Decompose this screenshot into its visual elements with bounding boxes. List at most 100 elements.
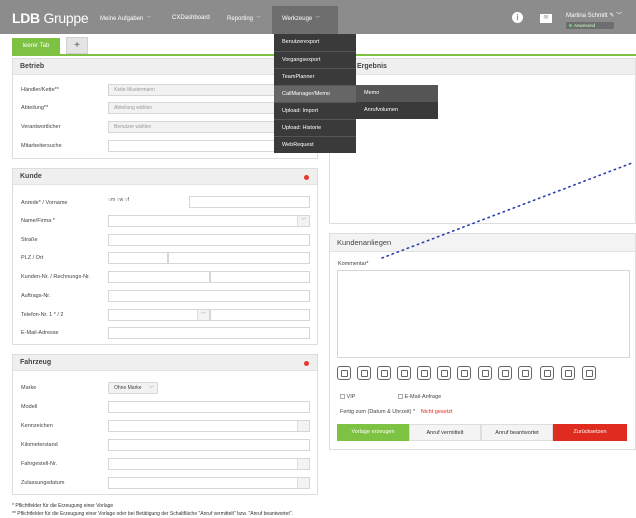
- footnote-required: * Pflichtfelder für die Erzeugung einer …: [12, 503, 114, 509]
- menu-item-vorgangsexport[interactable]: Vorgangsexport: [274, 51, 356, 68]
- name-firma-label: Name/Firma *: [21, 218, 55, 224]
- menu-item-upload-historie[interactable]: Upload: Historie: [274, 119, 356, 136]
- plz-input[interactable]: [108, 252, 168, 264]
- chevron-down-icon: ﹀: [616, 13, 623, 19]
- strasse-input[interactable]: [108, 234, 310, 246]
- nav-werkzeuge[interactable]: Werkzeuge ﹀: [282, 15, 320, 22]
- kennzeichen-label: Kennzeichen: [21, 423, 53, 429]
- abteilung-label: Abteilung**: [21, 105, 49, 111]
- callmanager-submenu: Memo Anrufvolumen: [356, 85, 438, 119]
- zulassungsdatum-label: Zulassungsdatum: [21, 480, 65, 486]
- vorlage-erzeugen-button[interactable]: Vorlage erzeugen: [337, 424, 409, 441]
- brand-logo[interactable]: LDB Gruppe: [12, 10, 89, 26]
- vip-checkbox-row[interactable]: VIP: [340, 393, 355, 400]
- verantwortlicher-label: Verantwortlicher: [21, 124, 61, 130]
- fertig-zum-label: Fertig zum (Datum & Uhrzeit) * Nicht ges…: [340, 409, 453, 415]
- anruf-beantwortet-button[interactable]: Anruf beantwortet: [481, 424, 553, 441]
- nav-meine-aufgaben[interactable]: Meine Aufgaben ﹀: [100, 15, 151, 22]
- kommentar-label: Kommentar*: [338, 261, 369, 267]
- marke-select[interactable]: Ohne Marke ﹀: [108, 382, 158, 394]
- email-anfrage-checkbox-row[interactable]: E-Mail-Anfrage: [398, 393, 441, 400]
- betrieb-title: Betrieb: [13, 59, 317, 75]
- steering-icon[interactable]: [437, 366, 451, 380]
- kunden-nr-label: Kunden-Nr. / Rechnungs-Nr.: [21, 274, 91, 280]
- chevron-down-icon: ﹀: [256, 16, 262, 22]
- zuruecksetzen-button[interactable]: Zurücksetzen: [553, 424, 627, 441]
- menu-item-teamplanner[interactable]: TeamPlanner: [274, 68, 356, 85]
- copy-icon[interactable]: [540, 366, 554, 380]
- submenu-item-memo[interactable]: Memo: [356, 85, 438, 102]
- ort-input[interactable]: [168, 252, 310, 264]
- anrede-radio-group[interactable]: ○m ○w ○f: [108, 197, 129, 203]
- info-circle-icon[interactable]: [498, 366, 512, 380]
- add-tab-button[interactable]: +: [66, 37, 88, 54]
- kunde-title: Kunde: [13, 169, 317, 185]
- required-indicator-icon: [304, 175, 309, 180]
- kundenanliegen-panel: Kundenanliegen Kommentar* VIP E-Mail-Anf…: [329, 233, 636, 450]
- kunde-panel: Kunde Anrede* / Vorname ○m ○w ○f Name/Fi…: [12, 168, 318, 345]
- modell-input[interactable]: [108, 401, 310, 413]
- kennzeichen-input[interactable]: [108, 420, 310, 432]
- user-status-badge[interactable]: Anwesend: [566, 22, 614, 29]
- betrieb-panel: Betrieb Händler/Kette** Kette Mustermann…: [12, 58, 318, 159]
- chevron-down-icon: ﹀: [197, 310, 209, 320]
- name-firma-select[interactable]: ﹀: [108, 215, 310, 227]
- anrede-label: Anrede* / Vorname: [21, 200, 68, 206]
- target-icon[interactable]: [561, 366, 575, 380]
- strasse-label: Straße: [21, 237, 38, 243]
- nav-reporting[interactable]: Reporting ﹀: [227, 15, 261, 22]
- calendar-icon[interactable]: [357, 366, 371, 380]
- footnote-required-double: ** Pflichtfelder für die Erzeugung einer…: [12, 511, 293, 517]
- dotted-guide-line: [381, 162, 633, 259]
- menu-item-callmanager[interactable]: CallManager/Memo: [274, 85, 356, 102]
- fahrgestell-input[interactable]: [108, 458, 310, 470]
- id-card-icon[interactable]: [518, 366, 532, 380]
- zulassungsdatum-input[interactable]: [108, 477, 310, 489]
- required-indicator-icon: [304, 361, 309, 366]
- telefon-label: Telefon-Nr. 1 * / 2: [21, 312, 64, 318]
- werkzeuge-dropdown-menu: Benutzerexport Vorgangsexport TeamPlanne…: [274, 34, 356, 153]
- menu-item-upload-import[interactable]: Upload: Import: [274, 102, 356, 119]
- mitarbeitersuche-label: Mitarbeitersuche: [21, 143, 62, 149]
- fertig-zum-value[interactable]: Nicht gesetzt: [421, 409, 453, 415]
- auftrags-nr-input[interactable]: [108, 290, 310, 302]
- auftrags-nr-label: Auftrags-Nr.: [21, 293, 51, 299]
- at-icon[interactable]: [417, 366, 431, 380]
- email-input[interactable]: [108, 327, 310, 339]
- submenu-item-anrufvolumen[interactable]: Anrufvolumen: [356, 102, 438, 119]
- kilometerstand-label: Kilometerstand: [21, 442, 58, 448]
- chat-icon[interactable]: [377, 366, 391, 380]
- kunden-nr-input[interactable]: [108, 271, 210, 283]
- email-label: E-Mail-Adresse: [21, 330, 59, 336]
- pencil-icon[interactable]: [397, 366, 411, 380]
- fahrgestell-label: Fahrgestell-Nr.: [21, 461, 58, 467]
- vorname-input[interactable]: [189, 196, 310, 208]
- marke-label: Marke: [21, 385, 37, 391]
- telefon1-input[interactable]: ﹀: [108, 309, 210, 321]
- car-icon[interactable]: [457, 366, 471, 380]
- menu-item-benutzerexport[interactable]: Benutzerexport: [274, 34, 356, 51]
- user-menu[interactable]: Martina Schmitt ✎ ﹀: [566, 10, 622, 19]
- info-icon[interactable]: i: [512, 12, 523, 23]
- kilometerstand-input[interactable]: [108, 439, 310, 451]
- haendler-label: Händler/Kette**: [21, 87, 59, 93]
- fahrzeug-title: Fahrzeug: [13, 355, 317, 371]
- pin-icon: ✎: [609, 13, 615, 19]
- nav-cxdashboard[interactable]: CXDashboard: [172, 15, 210, 21]
- chevron-down-icon: ﹀: [148, 386, 154, 392]
- plz-ort-label: PLZ / Ort: [21, 255, 44, 261]
- kommentar-textarea[interactable]: [337, 270, 630, 358]
- warning-icon[interactable]: [582, 366, 596, 380]
- chevron-down-icon: ﹀: [146, 16, 152, 22]
- menu-item-webrequest[interactable]: WebRequest: [274, 136, 356, 153]
- mail-icon[interactable]: ✉: [540, 14, 552, 23]
- tab-leerer-tab[interactable]: leerer Tab: [12, 38, 60, 54]
- letter-c-icon[interactable]: [478, 366, 492, 380]
- modell-label: Modell: [21, 404, 38, 410]
- chevron-down-icon: ﹀: [315, 16, 321, 22]
- phone-icon[interactable]: [337, 366, 351, 380]
- rechnungs-nr-input[interactable]: [210, 271, 310, 283]
- telefon2-input[interactable]: [210, 309, 310, 321]
- fahrzeug-panel: Fahrzeug Marke Ohne Marke ﹀ Modell Kennze…: [12, 354, 318, 495]
- anruf-vermittelt-button[interactable]: Anruf vermittelt: [409, 424, 481, 441]
